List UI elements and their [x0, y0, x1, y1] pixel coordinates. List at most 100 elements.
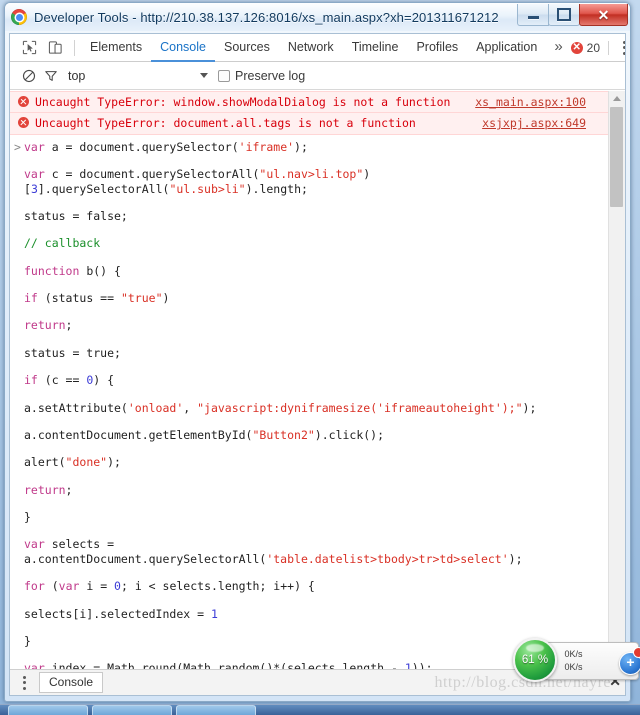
console-code-text: return;: [24, 482, 73, 497]
error-icon: [18, 96, 29, 107]
console-code-line: selects[i].selectedIndex = 1: [10, 607, 608, 621]
clear-console-icon: [22, 69, 36, 82]
console-code-line: }: [10, 510, 608, 524]
kebab-dot: [622, 51, 625, 55]
error-dot-icon: ✕: [570, 41, 583, 54]
console-code-text: if (status == "true"): [24, 291, 170, 305]
console-code-line: }: [10, 634, 608, 648]
console-code-text: var selects =: [24, 537, 115, 552]
tab-console[interactable]: Console: [151, 34, 215, 62]
kebab-dot: [22, 686, 26, 690]
toggle-device-toolbar-button[interactable]: [42, 35, 68, 61]
tab-profiles-label: Profiles: [416, 39, 459, 54]
console-error-row[interactable]: Uncaught TypeError: window.showModalDial…: [10, 91, 608, 114]
clear-console-button[interactable]: [18, 65, 40, 87]
tab-timeline-label: Timeline: [351, 39, 399, 54]
console-code-line: var index = Math.round(Math.random()*(se…: [10, 661, 608, 669]
tab-elements-label: Elements: [90, 39, 143, 54]
console-code-line: if (status == "true"): [10, 291, 608, 305]
tab-elements[interactable]: Elements: [81, 34, 151, 62]
console-code-text: alert("done");: [24, 455, 121, 470]
console-code-line: [3].querySelectorAll("ul.sub>li").length…: [10, 182, 608, 196]
close-button[interactable]: ✕: [579, 4, 628, 26]
minimize-button[interactable]: [517, 4, 549, 26]
console-code-text: a.setAttribute('onload', "javascript:dyn…: [24, 400, 537, 415]
preserve-log-checkbox-box[interactable]: [218, 69, 230, 82]
console-error-text: Uncaught TypeError: window.showModalDial…: [35, 95, 451, 109]
console-messages[interactable]: Uncaught TypeError: window.showModalDial…: [10, 91, 608, 669]
console-code-line: var selects =: [10, 537, 608, 551]
window-titlebar: Developer Tools - http://210.38.137.126:…: [5, 3, 630, 31]
console-error-row[interactable]: Uncaught TypeError: document.all.tags is…: [10, 113, 608, 135]
toolbar-right-group: ✕ 20: [570, 38, 625, 58]
kebab-dot: [622, 46, 625, 49]
chevron-down-icon: [200, 73, 208, 78]
console-code-line: a.setAttribute('onload', "javascript:dyn…: [10, 401, 608, 415]
close-icon: ✕: [597, 6, 610, 23]
watermark-close-icon[interactable]: ✕: [609, 674, 621, 688]
tab-application-label: Application: [476, 39, 538, 54]
console-code-line: status = true;: [10, 346, 608, 360]
console-code-text: // callback: [24, 236, 101, 251]
kebab-menu-icon[interactable]: [615, 38, 625, 58]
console-code-text: }: [24, 633, 31, 648]
console-code-line: status = false;: [10, 209, 608, 223]
console-code-text: selects[i].selectedIndex = 1: [24, 606, 218, 621]
drawer-tab-console[interactable]: Console: [39, 672, 104, 693]
console-body: Uncaught TypeError: window.showModalDial…: [10, 91, 625, 669]
console-code-text: a.contentDocument.querySelectorAll('tabl…: [24, 551, 523, 566]
tab-network[interactable]: Network: [279, 34, 343, 62]
tab-console-label: Console: [160, 39, 206, 54]
console-code-line: alert("done");: [10, 455, 608, 469]
devtools-toolbar: Elements Console Sources Network Timelin…: [10, 34, 625, 62]
preserve-log-checkbox[interactable]: Preserve log: [218, 69, 305, 83]
scrollbar-thumb[interactable]: [610, 107, 623, 207]
toolbar-divider: [74, 39, 75, 56]
console-code-text: for (var i = 0; i < selects.length; i++)…: [24, 579, 315, 594]
preserve-log-label: Preserve log: [235, 68, 306, 83]
devtools-client: Elements Console Sources Network Timelin…: [9, 33, 626, 696]
console-scrollbar[interactable]: [608, 91, 625, 669]
console-code-text: return;: [24, 318, 73, 333]
kebab-dot: [622, 40, 625, 44]
more-tabs-button[interactable]: »: [546, 34, 570, 62]
console-error-source-link[interactable]: xs_main.aspx:100: [475, 95, 602, 109]
console-code-line: function b() {: [10, 264, 608, 278]
console-code-line: for (var i = 0; i < selects.length; i++)…: [10, 579, 608, 593]
tab-sources-label: Sources: [223, 39, 270, 54]
execution-context-select[interactable]: top: [68, 69, 218, 83]
console-code-text: var a = document.querySelector('iframe')…: [24, 139, 308, 154]
inspect-element-button[interactable]: [16, 35, 42, 61]
error-icon: [18, 117, 29, 129]
scroll-up-button[interactable]: [609, 91, 625, 105]
kebab-dot: [22, 681, 26, 684]
taskbar-item[interactable]: [8, 705, 88, 715]
tab-network-label: Network: [287, 39, 334, 54]
inspect-element-icon: [22, 40, 36, 55]
taskbar-item[interactable]: [176, 705, 256, 715]
maximize-button[interactable]: [548, 4, 580, 26]
window-controls: ✕: [517, 4, 628, 26]
console-drawer-bar: Console http://blog.csdn.net/hayre ✕: [10, 669, 625, 695]
minimize-icon: [527, 16, 539, 19]
error-count-badge[interactable]: ✕ 20: [570, 40, 610, 55]
console-code-line: a.contentDocument.getElementById("Button…: [10, 428, 608, 442]
console-error-source-link[interactable]: xsjxpj.aspx:649: [482, 116, 602, 130]
tab-profiles[interactable]: Profiles: [407, 34, 467, 62]
window-title: Developer Tools - http://210.38.137.126:…: [34, 9, 499, 25]
filter-button[interactable]: [40, 65, 62, 87]
taskbar-item[interactable]: [92, 705, 172, 715]
console-code-line: return;: [10, 318, 608, 332]
tab-timeline[interactable]: Timeline: [343, 34, 408, 62]
drawer-menu-icon[interactable]: [15, 673, 33, 693]
tab-sources[interactable]: Sources: [215, 34, 279, 62]
desktop-background: Developer Tools - http://210.38.137.126:…: [0, 0, 640, 715]
console-code-text: function b() {: [24, 263, 121, 278]
toggle-device-toolbar-icon: [48, 41, 62, 54]
tab-application[interactable]: Application: [467, 34, 546, 62]
windows-taskbar: [0, 704, 640, 715]
console-code-text: if (c == 0) {: [24, 373, 115, 388]
console-input-history: > var a = document.querySelector('iframe…: [10, 135, 608, 669]
console-code-text: }: [24, 510, 31, 524]
console-code-text: status = false;: [24, 208, 128, 223]
